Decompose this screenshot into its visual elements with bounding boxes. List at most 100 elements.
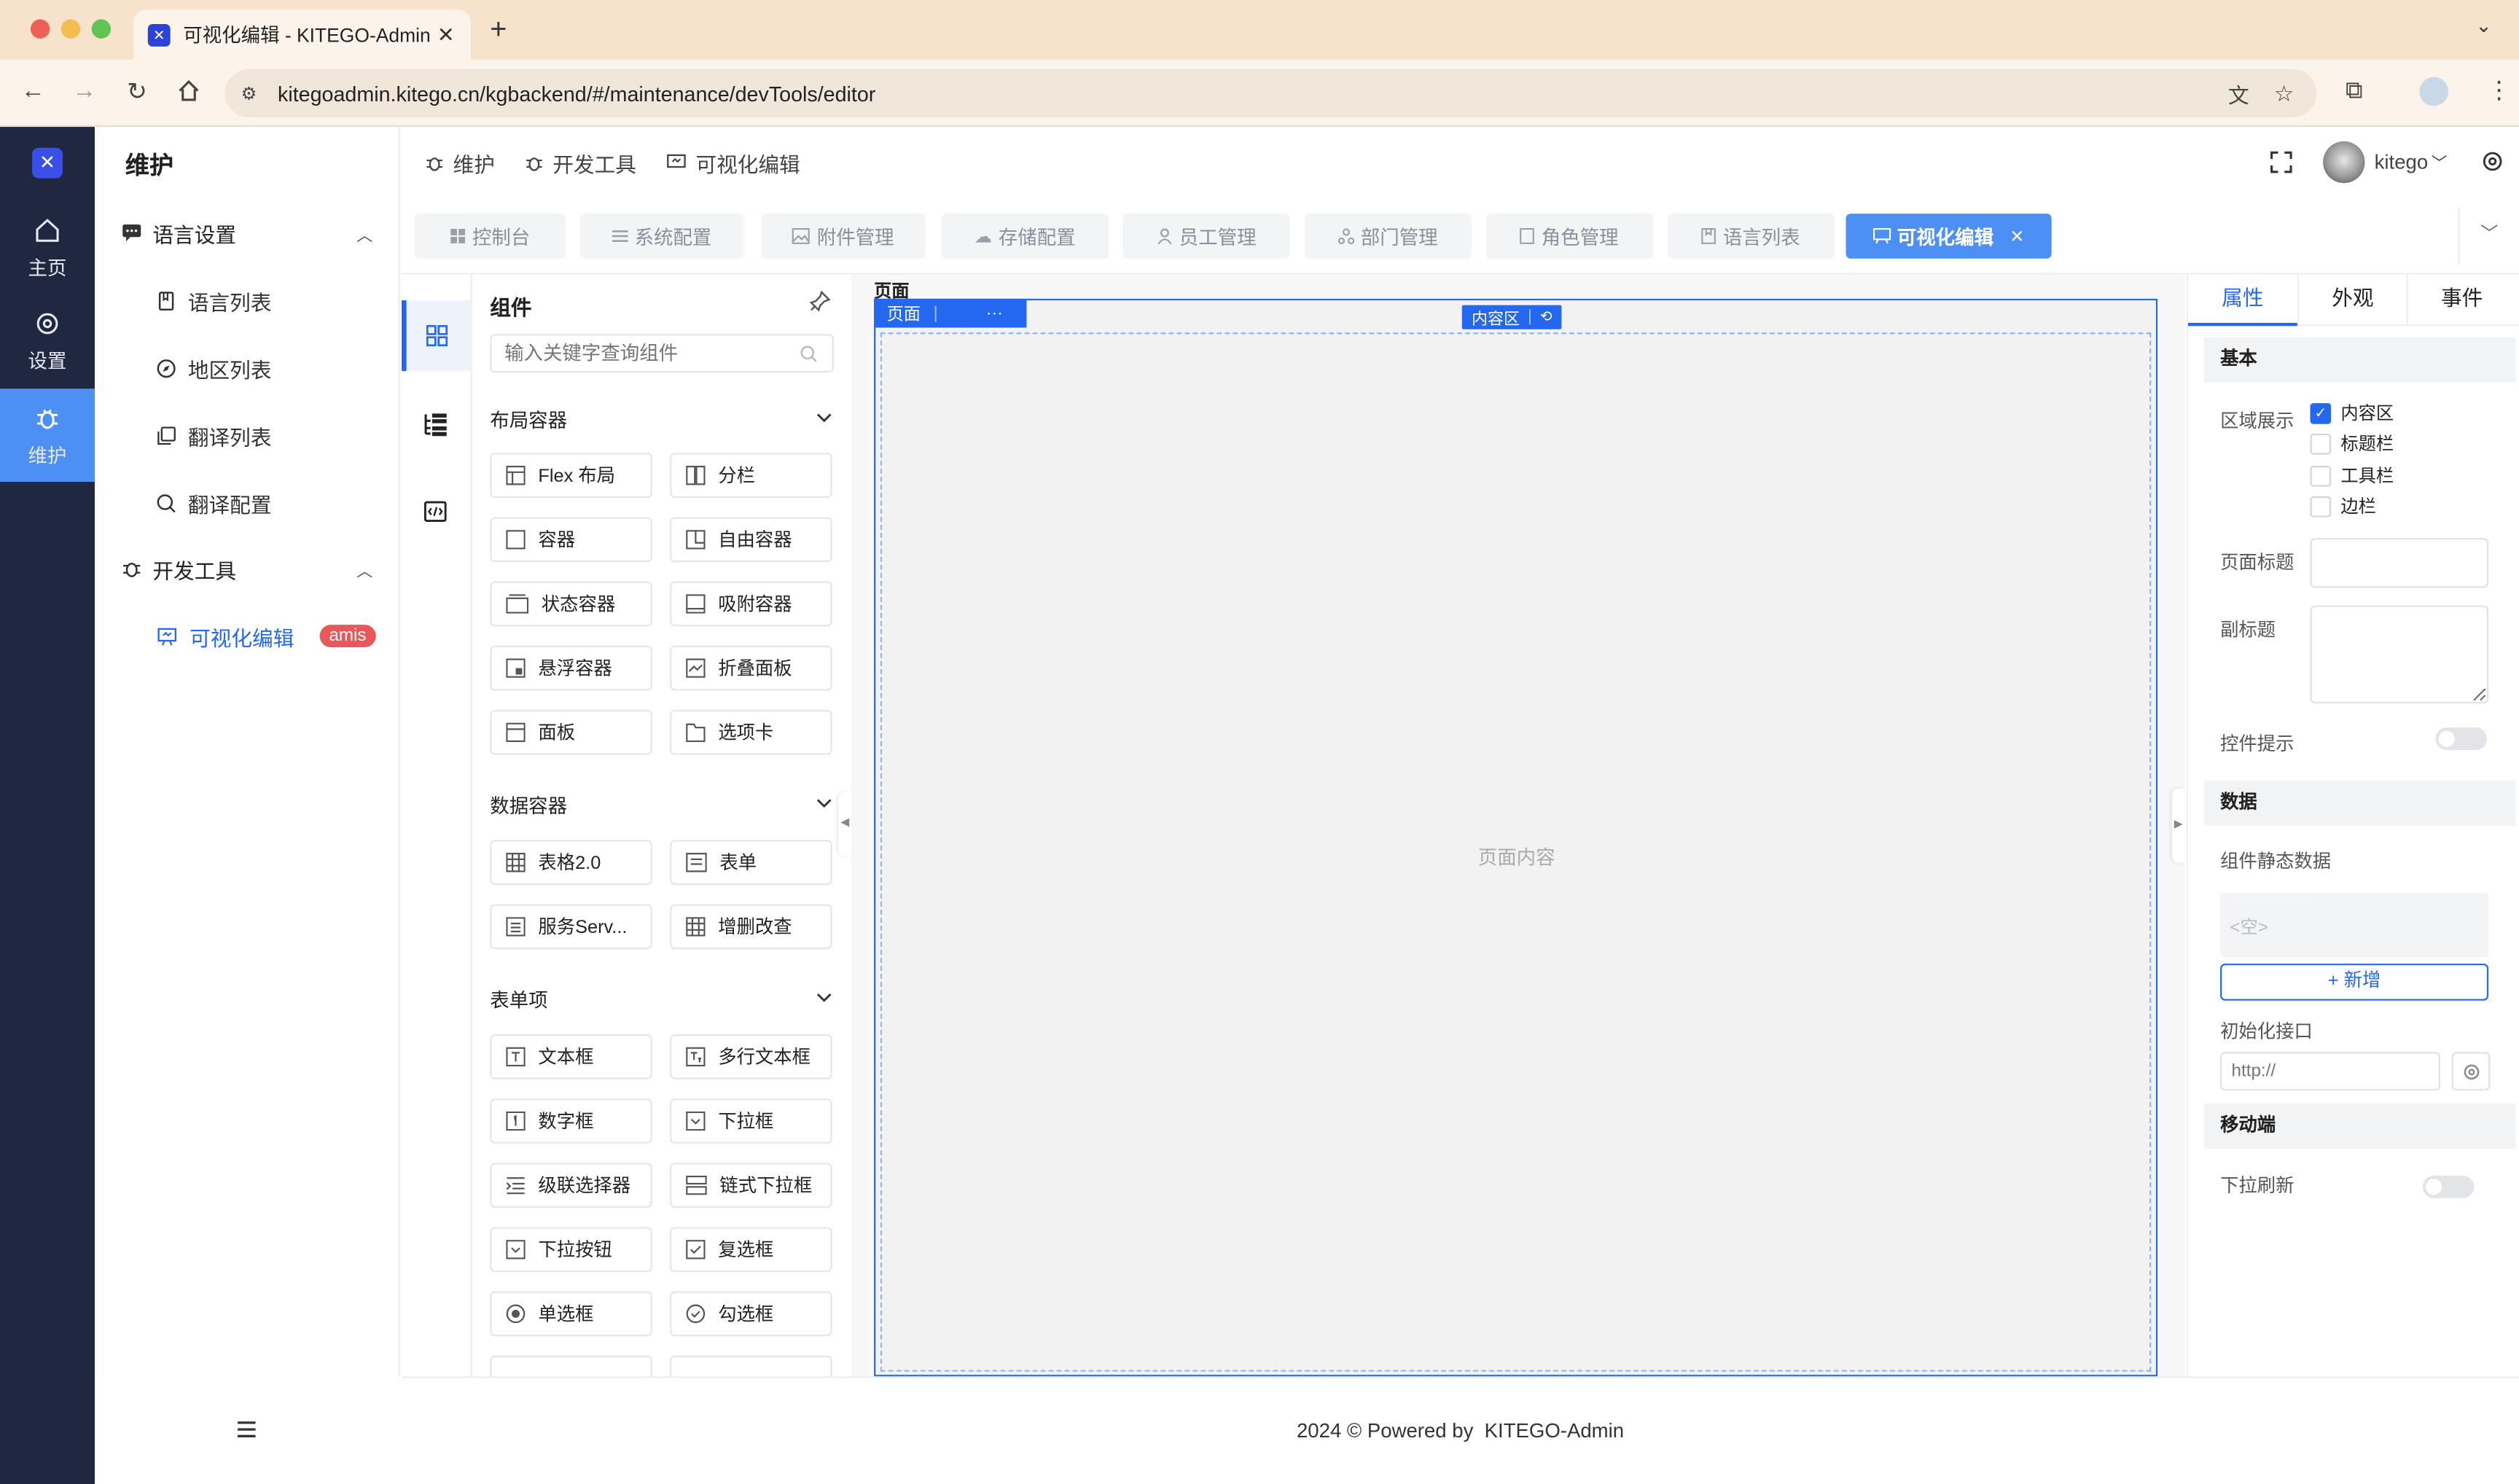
page-title-input[interactable] bbox=[2310, 538, 2489, 588]
close-tab-icon[interactable]: ✕ bbox=[437, 22, 455, 47]
code-view-tab[interactable] bbox=[423, 501, 447, 523]
new-tab-button[interactable]: + bbox=[490, 13, 507, 47]
component-panel-tab[interactable] bbox=[402, 300, 473, 372]
fullscreen-icon[interactable] bbox=[2270, 151, 2292, 173]
close-window-button[interactable] bbox=[30, 19, 50, 39]
site-info-icon[interactable]: ⚙ bbox=[241, 82, 257, 104]
extensions-icon[interactable]: ⧉ bbox=[2346, 77, 2363, 104]
component-item[interactable]: 状态容器 bbox=[490, 581, 652, 627]
region-tag[interactable]: 内容区 | ⟲ bbox=[1461, 305, 1562, 329]
user-avatar[interactable] bbox=[2323, 141, 2365, 184]
drag-region-icon[interactable]: ⟲ bbox=[1540, 308, 1553, 326]
home-icon[interactable] bbox=[176, 79, 200, 103]
sidebar-item-language-list[interactable]: 语言列表 bbox=[156, 281, 272, 320]
subtitle-textarea[interactable] bbox=[2310, 605, 2489, 704]
nav-item-settings[interactable]: 设置 bbox=[0, 294, 95, 387]
sidebar-group-devtools[interactable]: 开发工具 ︿ bbox=[120, 550, 375, 588]
component-item[interactable]: 链式下拉框 bbox=[670, 1163, 832, 1208]
api-settings-button[interactable] bbox=[2451, 1052, 2491, 1091]
sidebar-item-visual-editor[interactable]: 可视化编辑 amis bbox=[156, 617, 376, 655]
translate-icon[interactable]: 文 bbox=[2228, 78, 2249, 109]
forward-icon[interactable]: → bbox=[72, 77, 96, 104]
checkbox-sidebar[interactable]: 边栏 bbox=[2310, 495, 2376, 518]
component-item[interactable]: 多行文本框 bbox=[670, 1034, 832, 1079]
browser-tab[interactable]: ✕ 可视化编辑 - KITEGO-Admin ✕ bbox=[133, 9, 471, 60]
tab-search-icon[interactable]: ⌄ bbox=[2476, 15, 2492, 37]
component-item[interactable]: 吸附容器 bbox=[670, 581, 832, 627]
component-item[interactable]: 下拉按钮 bbox=[490, 1227, 652, 1273]
sidebar-item-translation-config[interactable]: 翻译配置 bbox=[156, 483, 272, 522]
page-toolbar[interactable]: 页面 | ··· bbox=[874, 298, 1027, 328]
bookmark-star-icon[interactable]: ☆ bbox=[2274, 79, 2295, 106]
section-layout-containers[interactable]: 布局容器 bbox=[490, 406, 835, 438]
sidebar-group-language[interactable]: 语言设置 ︿ bbox=[120, 214, 375, 252]
component-item[interactable]: 容器 bbox=[490, 517, 652, 563]
component-item[interactable]: 单选框 bbox=[490, 1291, 652, 1337]
breadcrumb-devtools[interactable]: 开发工具 bbox=[524, 147, 636, 178]
component-panel-collapse-handle[interactable]: ◀ bbox=[838, 792, 852, 856]
add-data-button[interactable]: + 新增 bbox=[2220, 964, 2489, 1001]
back-icon[interactable]: ← bbox=[21, 77, 45, 104]
component-item[interactable]: 表单 bbox=[670, 840, 832, 886]
browser-menu-icon[interactable]: ⋮ bbox=[2487, 76, 2511, 104]
checkbox-toolbar[interactable]: 工具栏 bbox=[2310, 464, 2394, 487]
component-item-partial[interactable] bbox=[490, 1355, 652, 1377]
component-item[interactable]: 面板 bbox=[490, 709, 652, 755]
component-item[interactable]: 分栏 bbox=[670, 453, 832, 499]
breadcrumb-visual-editor[interactable]: 可视化编辑 bbox=[665, 147, 800, 178]
user-menu[interactable]: kitego ﹀ bbox=[2375, 149, 2448, 173]
init-api-input[interactable] bbox=[2220, 1052, 2441, 1091]
component-search-input[interactable] bbox=[504, 342, 794, 365]
section-data[interactable]: 数据 bbox=[2204, 780, 2516, 826]
section-mobile[interactable]: 移动端 bbox=[2204, 1103, 2516, 1149]
component-item[interactable]: 折叠面板 bbox=[670, 645, 832, 691]
breadcrumb-maintenance[interactable]: 维护 bbox=[424, 147, 495, 178]
nav-item-home[interactable]: 主页 bbox=[0, 200, 95, 294]
settings-gear-icon[interactable] bbox=[2480, 149, 2504, 173]
component-search[interactable] bbox=[490, 334, 834, 373]
tooltip-toggle[interactable] bbox=[2435, 727, 2487, 751]
close-tab-icon[interactable]: ✕ bbox=[2010, 226, 2024, 246]
component-item[interactable]: Flex 布局 bbox=[490, 453, 652, 499]
component-item[interactable]: 下拉框 bbox=[670, 1098, 832, 1144]
tab-storage-config[interactable]: ☁ 存储配置 bbox=[941, 214, 1109, 259]
pull-refresh-toggle[interactable] bbox=[2422, 1175, 2475, 1198]
section-basic[interactable]: 基本 bbox=[2204, 337, 2516, 383]
tab-roles[interactable]: 角色管理 bbox=[1485, 214, 1654, 259]
section-data-containers[interactable]: 数据容器 bbox=[490, 792, 835, 824]
reload-icon[interactable]: ↻ bbox=[127, 77, 147, 106]
tab-dashboard[interactable]: 控制台 bbox=[414, 214, 566, 259]
component-item[interactable]: 勾选框 bbox=[670, 1291, 832, 1337]
component-item[interactable]: 增删改查 bbox=[670, 904, 832, 950]
pin-icon[interactable] bbox=[809, 290, 831, 312]
component-item[interactable]: 数字框 bbox=[490, 1098, 652, 1144]
static-data-editor[interactable]: <空> bbox=[2220, 893, 2489, 958]
tab-staff[interactable]: 员工管理 bbox=[1122, 214, 1290, 259]
minimize-window-button[interactable] bbox=[60, 19, 81, 39]
sidebar-item-translation-list[interactable]: 翻译列表 bbox=[156, 416, 272, 455]
collapse-menu-icon[interactable] bbox=[236, 1420, 257, 1439]
nav-item-maintenance[interactable]: 维护 bbox=[0, 388, 95, 483]
tab-attachments[interactable]: 附件管理 bbox=[761, 214, 926, 259]
tab-properties[interactable]: 属性 bbox=[2187, 275, 2297, 327]
outline-tree-tab[interactable] bbox=[423, 413, 448, 437]
component-item[interactable]: 级联选择器 bbox=[490, 1163, 652, 1208]
checkbox-title-bar[interactable]: 标题栏 bbox=[2310, 432, 2394, 455]
tab-language-list[interactable]: 语言列表 bbox=[1667, 214, 1835, 259]
tab-departments[interactable]: 部门管理 bbox=[1304, 214, 1472, 259]
tab-appearance[interactable]: 外观 bbox=[2297, 274, 2407, 327]
tab-system-config[interactable]: 系统配置 bbox=[579, 214, 744, 259]
tab-visual-editor[interactable]: 可视化编辑 ✕ bbox=[1846, 214, 2052, 259]
right-panel-collapse-handle[interactable]: ▶ bbox=[2171, 788, 2185, 863]
component-item[interactable]: 表格2.0 bbox=[490, 840, 652, 886]
section-form-items[interactable]: 表单项 bbox=[490, 986, 835, 1018]
tab-events[interactable]: 事件 bbox=[2406, 274, 2516, 327]
checkbox-content-region[interactable]: ✓ 内容区 bbox=[2310, 402, 2394, 424]
address-bar[interactable]: ⚙ kitegoadmin.kitego.cn/kgbackend/#/main… bbox=[224, 69, 2317, 117]
profile-avatar[interactable] bbox=[2419, 77, 2449, 106]
component-item[interactable]: 服务Serv... bbox=[490, 904, 652, 950]
component-item[interactable]: 文本框 bbox=[490, 1034, 652, 1079]
component-item[interactable]: 自由容器 bbox=[670, 517, 832, 563]
component-item-partial[interactable] bbox=[670, 1355, 832, 1377]
component-item[interactable]: 悬浮容器 bbox=[490, 645, 652, 691]
